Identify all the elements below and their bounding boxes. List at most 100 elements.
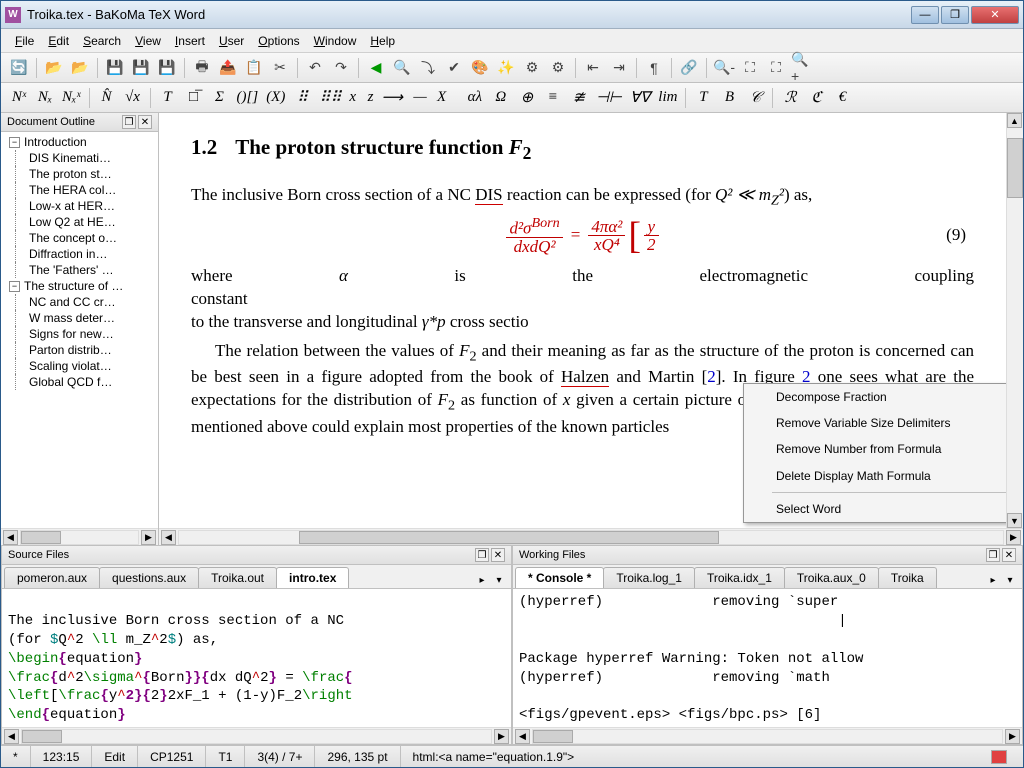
minimize-button[interactable]: — <box>911 6 939 24</box>
scroll-up-icon[interactable]: ▲ <box>1007 113 1022 128</box>
ctx-decompose-fraction[interactable]: Decompose Fraction <box>744 384 1006 410</box>
math-symbol-button[interactable]: √x <box>121 86 145 110</box>
display-equation[interactable]: d²σBorndxdQ² = 4πα²xQ⁴ [ y2 (9) <box>191 216 974 255</box>
goto-icon[interactable]: ⤵ <box>416 56 440 80</box>
tab[interactable]: questions.aux <box>99 567 199 588</box>
math-symbol-button[interactable]: Nₓ <box>33 86 57 110</box>
document-vscroll[interactable]: ▲ ▼ <box>1006 113 1023 528</box>
tab[interactable]: Troika.idx_1 <box>694 567 785 588</box>
scroll-right-icon[interactable]: ▶ <box>494 729 509 744</box>
math-symbol-button[interactable]: Nₓˣ <box>59 86 84 110</box>
math-symbol-button[interactable]: ℭ <box>804 86 828 110</box>
panel-restore-icon[interactable]: ❐ <box>122 115 136 129</box>
citation-link[interactable]: 2 <box>707 367 716 386</box>
tab[interactable]: Troika <box>878 567 937 588</box>
tool2-icon[interactable]: ⚙ <box>546 56 570 80</box>
saveas-icon[interactable]: 💾 <box>155 56 179 80</box>
scroll-right-icon[interactable]: ▶ <box>1005 729 1020 744</box>
tree-collapse-icon[interactable]: − <box>9 281 20 292</box>
tab[interactable]: pomeron.aux <box>4 567 100 588</box>
outline-child[interactable]: The proton st… <box>1 166 158 182</box>
ctx-remove-number[interactable]: Remove Number from Formula <box>744 436 1006 462</box>
tab-nav-icon[interactable]: ▾ <box>491 572 507 588</box>
panel-close-icon[interactable]: ✕ <box>491 548 505 562</box>
outline-child[interactable]: DIS Kinemati… <box>1 150 158 166</box>
math-symbol-button[interactable]: — <box>408 86 432 110</box>
math-symbol-button[interactable]: Nˣ <box>7 86 31 110</box>
tab-nav-icon[interactable]: ▾ <box>1002 572 1018 588</box>
outline-node-structure[interactable]: −The structure of … <box>1 278 158 294</box>
menu-file[interactable]: File <box>9 32 40 50</box>
outline-child[interactable]: Scaling violat… <box>1 358 158 374</box>
math-symbol-button[interactable]: B <box>717 86 741 110</box>
link-icon[interactable]: 🔗 <box>677 56 701 80</box>
tab[interactable]: * Console * <box>515 567 604 588</box>
panel-close-icon[interactable]: ✕ <box>138 115 152 129</box>
outline-child[interactable]: NC and CC cr… <box>1 294 158 310</box>
console-output[interactable]: (hyperref) removing `super | Package hyp… <box>513 589 1022 727</box>
print-icon[interactable]: 🖶 <box>190 56 214 80</box>
saveall-icon[interactable]: 💾 <box>129 56 153 80</box>
menu-help[interactable]: Help <box>364 32 401 50</box>
math-symbol-button[interactable]: ⠿ <box>290 86 314 110</box>
document-page[interactable]: 1.2The proton structure function F2 The … <box>159 113 1006 528</box>
outline-child[interactable]: The HERA col… <box>1 182 158 198</box>
zoom-out-icon[interactable]: 🔍- <box>712 56 736 80</box>
math-symbol-button[interactable]: Σ <box>208 86 232 110</box>
export-icon[interactable]: 📤 <box>216 56 240 80</box>
math-symbol-button[interactable]: x⃗z <box>346 86 376 110</box>
tree-collapse-icon[interactable]: − <box>9 137 20 148</box>
math-symbol-button[interactable]: ⊣⊢ <box>593 86 625 110</box>
outline-child[interactable]: The concept o… <box>1 230 158 246</box>
palette-icon[interactable]: 🎨 <box>468 56 492 80</box>
undo-icon[interactable]: ↶ <box>303 56 327 80</box>
menu-search[interactable]: Search <box>77 32 127 50</box>
outline-child[interactable]: W mass deter… <box>1 310 158 326</box>
outline-tree[interactable]: −Introduction DIS Kinemati…The proton st… <box>1 132 158 528</box>
find-icon[interactable]: 🔍 <box>390 56 414 80</box>
fit-icon[interactable]: ⛶ <box>738 56 762 80</box>
outline-hscroll[interactable]: ◀ ▶ <box>1 528 158 545</box>
scroll-left-icon[interactable]: ◀ <box>515 729 530 744</box>
scroll-right-icon[interactable]: ▶ <box>141 530 156 545</box>
outline-node-introduction[interactable]: −Introduction <box>1 134 158 150</box>
math-symbol-button[interactable]: ℛ <box>778 86 802 110</box>
tab[interactable]: intro.tex <box>276 567 349 588</box>
panel-restore-icon[interactable]: ❐ <box>475 548 489 562</box>
working-hscroll[interactable]: ◀ ▶ <box>513 727 1022 744</box>
math-symbol-button[interactable]: ⊕ <box>515 86 539 110</box>
math-symbol-button[interactable]: ≇ <box>567 86 591 110</box>
close-button[interactable]: ✕ <box>971 6 1019 24</box>
math-symbol-button[interactable]: ()[] <box>234 86 262 110</box>
menu-view[interactable]: View <box>129 32 167 50</box>
open2-icon[interactable]: 📂 <box>68 56 92 80</box>
math-symbol-button[interactable]: ∀∇ <box>627 86 653 110</box>
math-symbol-button[interactable]: € <box>830 86 854 110</box>
math-symbol-button[interactable]: □̅ <box>182 86 206 110</box>
ctx-delete-display-math[interactable]: Delete Display Math Formula <box>744 463 1006 489</box>
document-hscroll[interactable]: ◀ ▶ <box>159 528 1023 545</box>
indent-right-icon[interactable]: ⇥ <box>607 56 631 80</box>
menu-window[interactable]: Window <box>308 32 363 50</box>
math-symbol-button[interactable]: N̂ <box>95 86 119 110</box>
math-symbol-button[interactable]: T <box>691 86 715 110</box>
tab[interactable]: Troika.log_1 <box>603 567 695 588</box>
panel-close-icon[interactable]: ✕ <box>1002 548 1016 562</box>
outline-child[interactable]: Global QCD f… <box>1 374 158 390</box>
ctx-remove-delimiters[interactable]: Remove Variable Size Delimiters <box>744 410 1006 436</box>
outline-child[interactable]: Signs for new… <box>1 326 158 342</box>
tab[interactable]: Troika.out <box>198 567 277 588</box>
outline-child[interactable]: The 'Fathers' … <box>1 262 158 278</box>
math-symbol-button[interactable]: ⟶ <box>379 86 407 110</box>
scroll-right-icon[interactable]: ▶ <box>1006 530 1021 545</box>
tool1-icon[interactable]: ⚙ <box>520 56 544 80</box>
tab-nav-icon[interactable]: ▸ <box>474 572 490 588</box>
math-symbol-button[interactable]: T <box>156 86 180 110</box>
cut-icon[interactable]: ✂ <box>268 56 292 80</box>
math-symbol-button[interactable]: ⠿⠿ <box>316 86 344 110</box>
status-doc-icon[interactable] <box>979 746 1023 767</box>
math-symbol-button[interactable]: (X) <box>263 86 288 110</box>
refresh-icon[interactable]: 🔄 <box>7 56 31 80</box>
scroll-left-icon[interactable]: ◀ <box>161 530 176 545</box>
tab[interactable]: Troika.aux_0 <box>784 567 879 588</box>
